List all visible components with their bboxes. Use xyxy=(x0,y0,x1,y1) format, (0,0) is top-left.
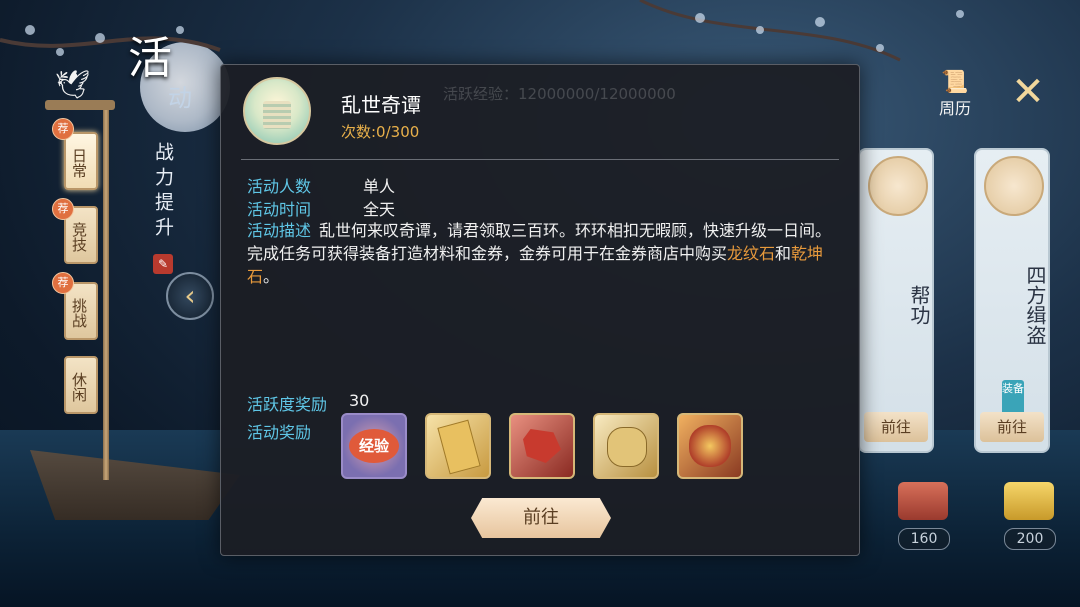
card-image xyxy=(984,156,1044,216)
ghost-exp-text: 活跃经验：12000000/12000000 xyxy=(443,85,676,103)
ticket-icon xyxy=(437,419,481,475)
attempt-count: 次数:0/300 xyxy=(341,123,420,141)
amber-gem-icon xyxy=(689,425,731,467)
reward-item-gold-ticket[interactable] xyxy=(425,413,491,479)
desc-text: 乱世何来叹奇谭，请君领取三百环。环环相扣无暇顾，快速升级一日间。 xyxy=(319,221,832,240)
scroll-icon: 📜 xyxy=(941,70,969,95)
exp-icon: 经验 xyxy=(349,429,399,463)
prev-arrow-button[interactable]: ‹ xyxy=(166,272,214,320)
reward-item-qiankun-stone[interactable] xyxy=(677,413,743,479)
activity-title: 乱世奇谭 xyxy=(341,93,421,117)
tab-daily[interactable]: 日常 xyxy=(64,132,98,190)
card-go-button[interactable]: 前往 xyxy=(980,412,1044,442)
go-button[interactable]: 前往 xyxy=(471,498,611,538)
card-go-button[interactable]: 前往 xyxy=(864,412,928,442)
gate-icon xyxy=(263,101,291,129)
tab-leisure[interactable]: 休闲 xyxy=(64,356,98,414)
reward-item-exp[interactable]: 经验 xyxy=(341,413,407,479)
pole-decoration xyxy=(103,110,109,480)
recommend-badge: 荐 xyxy=(52,198,74,220)
desc-label: 活动描述 xyxy=(247,221,312,240)
activity-card-gang[interactable]: 帮功 前往 xyxy=(858,148,934,453)
chest-icon-160[interactable] xyxy=(898,482,948,520)
pole-top-decoration xyxy=(45,100,115,110)
card-image xyxy=(868,156,928,216)
desc-end: 。 xyxy=(263,267,280,286)
activity-card-bandits[interactable]: 四方缉盗 装备 前往 xyxy=(974,148,1050,453)
chest-points: 160 xyxy=(898,528,950,550)
brush-icon[interactable]: ✎ xyxy=(153,254,173,274)
time-label: 活动时间 xyxy=(247,200,312,219)
activity-icon xyxy=(243,77,311,145)
rewards-label: 活动奖励 xyxy=(247,423,312,442)
reward-item-dragon-stone[interactable] xyxy=(509,413,575,479)
red-gem-icon xyxy=(523,429,561,463)
activity-points-value: 30 xyxy=(349,391,370,410)
recommend-badge: 荐 xyxy=(52,118,74,140)
close-button[interactable]: ✕ xyxy=(1006,70,1050,114)
recommend-badge: 荐 xyxy=(52,272,74,294)
calendar-label: 周历 xyxy=(938,99,971,118)
desc-and: 和 xyxy=(775,244,792,263)
people-value: 单人 xyxy=(363,177,396,196)
activity-points-label: 活跃度奖励 xyxy=(247,395,328,414)
bird-icon: 🕊 xyxy=(55,68,91,101)
gold-stone-icon xyxy=(607,427,647,467)
people-label: 活动人数 xyxy=(247,177,312,196)
chest-icon-200[interactable] xyxy=(1004,482,1054,520)
card-name: 四方缉盗 xyxy=(1023,265,1047,345)
time-value: 全天 xyxy=(363,200,396,219)
page-title-second: 动 xyxy=(168,84,192,112)
activity-detail-dialog: 活跃经验：12000000/12000000 乱世奇谭 次数:0/300 活动人… xyxy=(220,64,860,556)
desc-text-2: 完成任务可获得装备打造材料和金券，金券可用于在金券商店中购买 xyxy=(247,244,728,263)
calendar-button[interactable]: 📜 周历 xyxy=(930,70,980,119)
chest-points: 200 xyxy=(1004,528,1056,550)
reward-item-gold-material[interactable] xyxy=(593,413,659,479)
power-up-link[interactable]: 战力提升 xyxy=(150,142,177,242)
divider xyxy=(241,159,839,160)
card-name: 帮功 xyxy=(907,285,931,325)
page-title: 活 xyxy=(128,33,176,84)
activity-description: 活动描述 乱世何来叹奇谭，请君领取三百环。环环相扣无暇顾，快速升级一日间。完成任务… xyxy=(247,219,841,288)
dragon-stone-link: 龙纹石 xyxy=(727,244,776,263)
